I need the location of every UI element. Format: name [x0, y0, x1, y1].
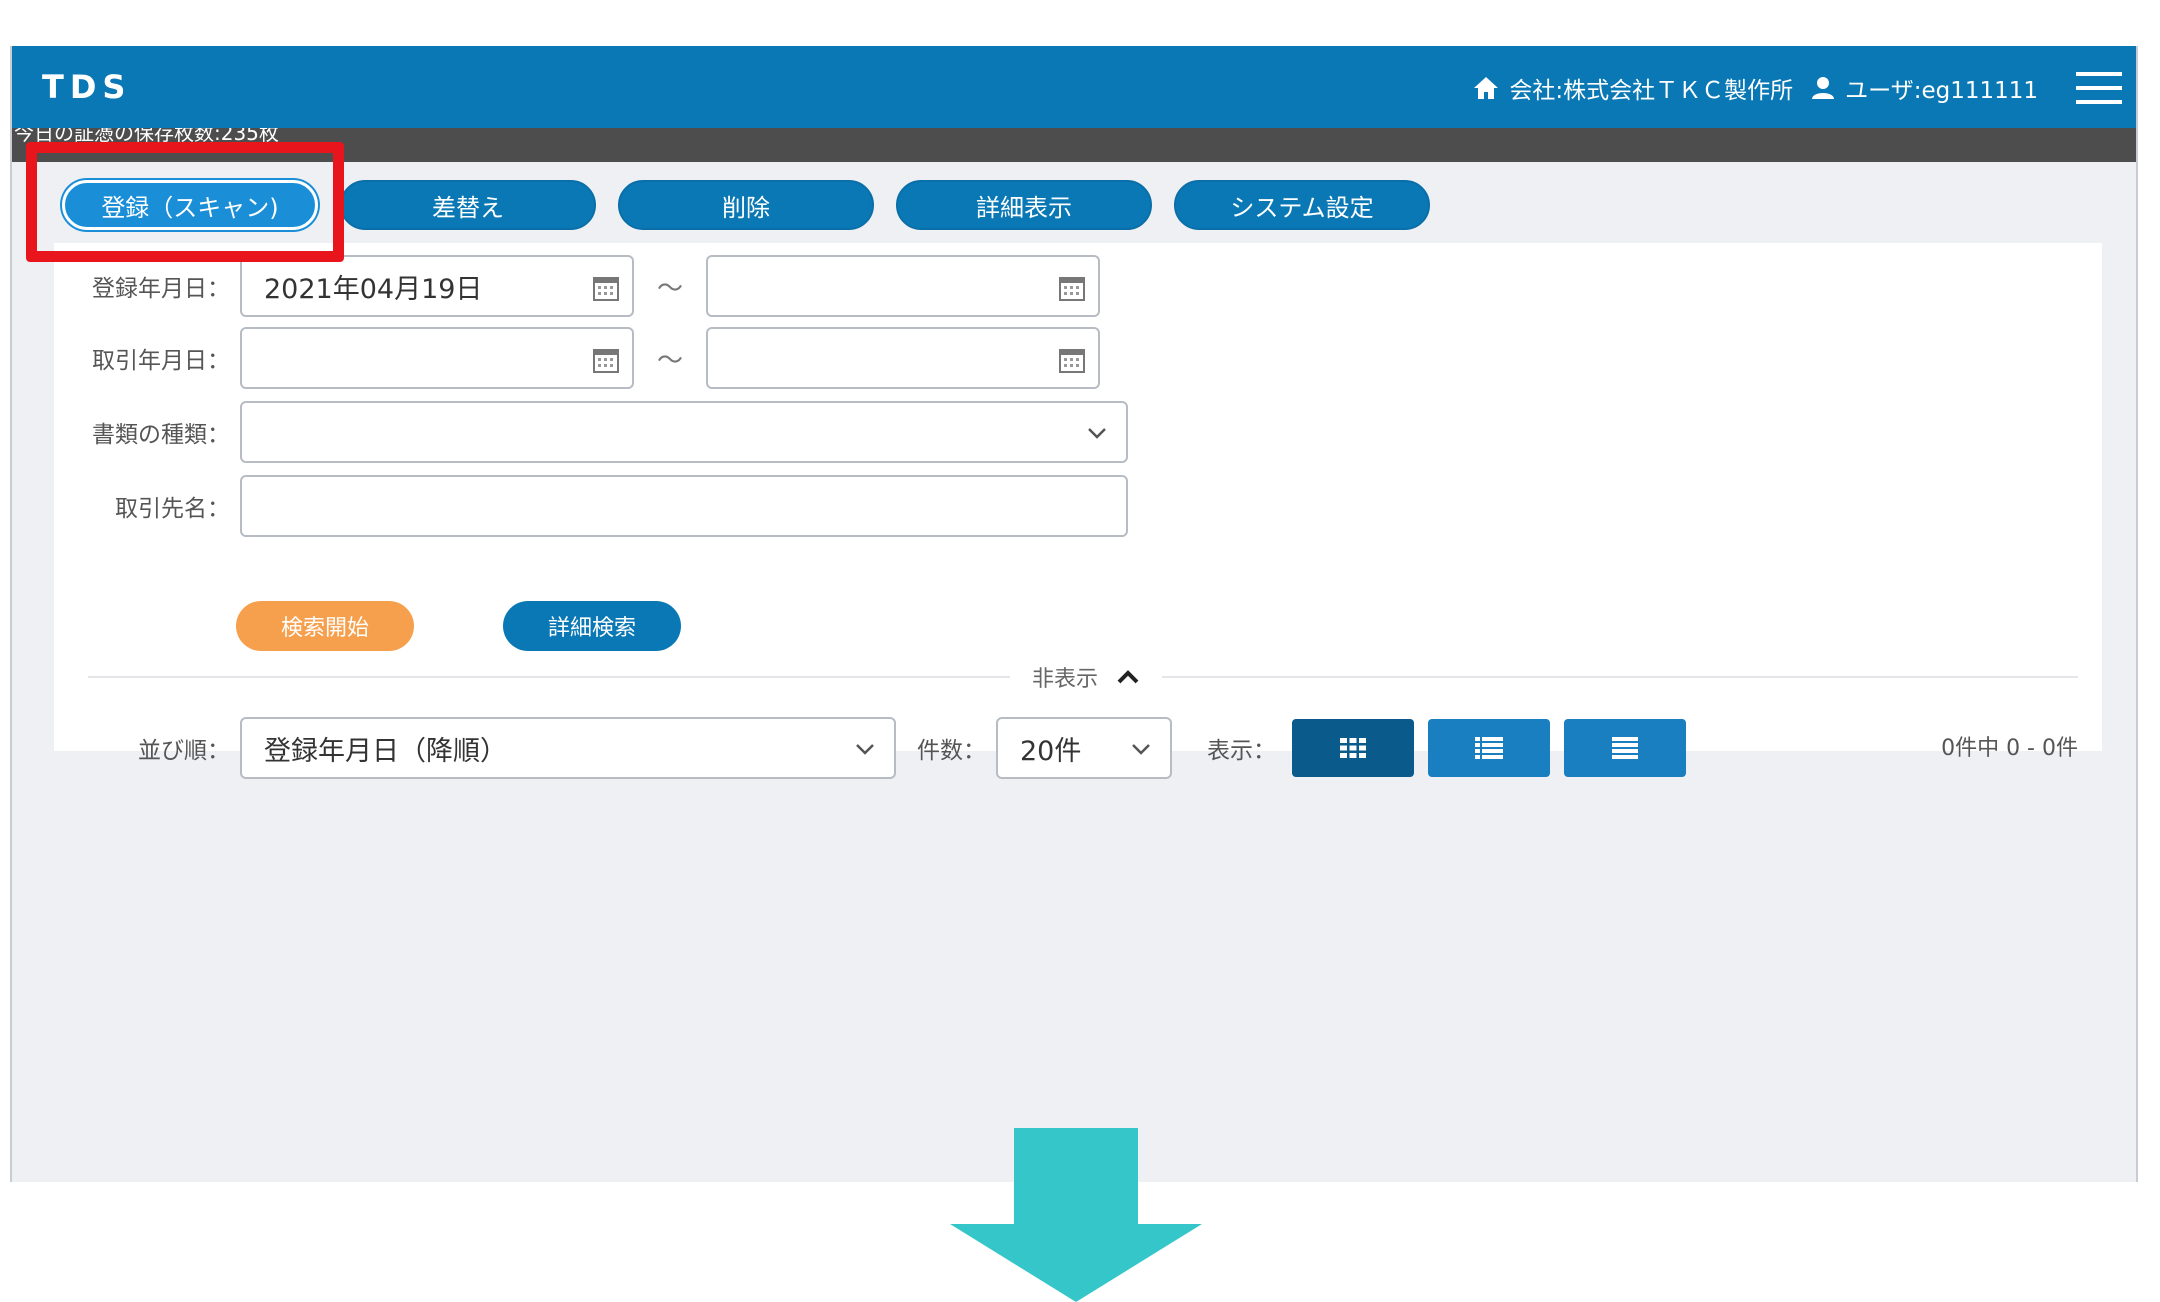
user-icon: [1812, 77, 1835, 99]
list-controls-row: 並び順： 登録年月日（降順） 件数： 20件 表示：: [54, 717, 1700, 779]
company-info: 会社:株式会社ＴＫＣ製作所: [1473, 71, 1793, 105]
chevron-down-icon: [1132, 744, 1150, 755]
home-icon: [1474, 77, 1499, 99]
hamburger-menu-icon[interactable]: [2076, 70, 2122, 106]
sort-label: 並び順：: [138, 738, 230, 764]
partner-input[interactable]: [240, 475, 1128, 537]
search-panel: 登録年月日： 2021年04月19日 〜 取引年月日： 〜 書類の種類： 取引先…: [54, 243, 2102, 779]
arrow-down-icon: [950, 1128, 1202, 1302]
user-name: ユーザ:eg111111: [1845, 78, 2038, 104]
user-info: ユーザ:eg111111: [1811, 71, 2038, 105]
grid-icon: [1340, 738, 1366, 758]
calendar-icon[interactable]: [592, 346, 620, 374]
reg-date-label: 登録年月日：: [92, 276, 230, 302]
hide-toggle[interactable]: 非表示: [1010, 661, 1163, 693]
app-logo: TDS: [42, 68, 132, 106]
system-settings-button[interactable]: システム設定: [1174, 180, 1430, 230]
chevron-down-icon: [1088, 428, 1106, 439]
list-icon: [1475, 737, 1503, 759]
list-view-button[interactable]: [1428, 719, 1550, 777]
reg-date-to-input[interactable]: [706, 255, 1100, 317]
register-scan-button[interactable]: 登録（スキャン): [62, 180, 318, 230]
company-name: 会社:株式会社ＴＫＣ製作所: [1509, 78, 1794, 104]
sort-select[interactable]: 登録年月日（降順）: [240, 717, 896, 779]
tx-date-to-input[interactable]: [706, 327, 1100, 389]
header-right: 会社:株式会社ＴＫＣ製作所 ユーザ:eg111111: [1473, 62, 2122, 114]
count-select[interactable]: 20件: [996, 717, 1172, 779]
calendar-icon[interactable]: [592, 274, 620, 302]
reg-date-from-input[interactable]: 2021年04月19日: [240, 255, 634, 317]
sort-value: 登録年月日（降順）: [264, 735, 507, 767]
calendar-icon[interactable]: [1058, 274, 1086, 302]
delete-button[interactable]: 削除: [618, 180, 874, 230]
reg-date-from-value: 2021年04月19日: [264, 273, 483, 305]
toolbar: 登録（スキャン) 差替え 削除 詳細表示 システム設定: [62, 180, 1452, 230]
tx-date-from-input[interactable]: [240, 327, 634, 389]
range-tilde: 〜: [656, 273, 683, 304]
grid-view-button[interactable]: [1292, 719, 1414, 777]
app-window: TDS 会社:株式会社ＴＫＣ製作所 ユーザ:eg111111 今日の証憑の保存枚…: [10, 46, 2138, 1182]
detail-view-button[interactable]: 詳細表示: [896, 180, 1152, 230]
replace-button[interactable]: 差替え: [340, 180, 596, 230]
doc-type-label: 書類の種類：: [92, 422, 230, 448]
calendar-icon[interactable]: [1058, 346, 1086, 374]
view-label: 表示：: [1207, 738, 1276, 764]
detail-list-view-button[interactable]: [1564, 719, 1686, 777]
advanced-search-button[interactable]: 詳細検索: [503, 601, 681, 651]
tx-date-row: 取引年月日： 〜: [54, 327, 1100, 389]
range-tilde: 〜: [656, 345, 683, 376]
result-count-text: 0件中 0 - 0件: [1941, 736, 2078, 761]
doc-type-select[interactable]: [240, 401, 1128, 463]
count-value: 20件: [1020, 735, 1082, 767]
status-bar: 今日の証憑の保存枚数:235枚: [12, 128, 2136, 162]
doc-type-row: 書類の種類：: [54, 401, 1128, 463]
chevron-up-icon: [1117, 670, 1139, 684]
daily-count-text: 今日の証憑の保存枚数:235枚: [14, 128, 279, 145]
chevron-down-icon: [856, 744, 874, 755]
app-header: TDS 会社:株式会社ＴＫＣ製作所 ユーザ:eg111111: [12, 46, 2136, 128]
search-start-button[interactable]: 検索開始: [236, 601, 414, 651]
tx-date-label: 取引年月日：: [92, 348, 230, 374]
lines-icon: [1612, 737, 1638, 759]
hide-toggle-label: 非表示: [1032, 667, 1099, 692]
partner-label: 取引先名：: [115, 496, 230, 522]
partner-row: 取引先名：: [54, 475, 1128, 537]
reg-date-row: 登録年月日： 2021年04月19日 〜: [54, 255, 1100, 317]
count-label: 件数：: [917, 738, 986, 764]
